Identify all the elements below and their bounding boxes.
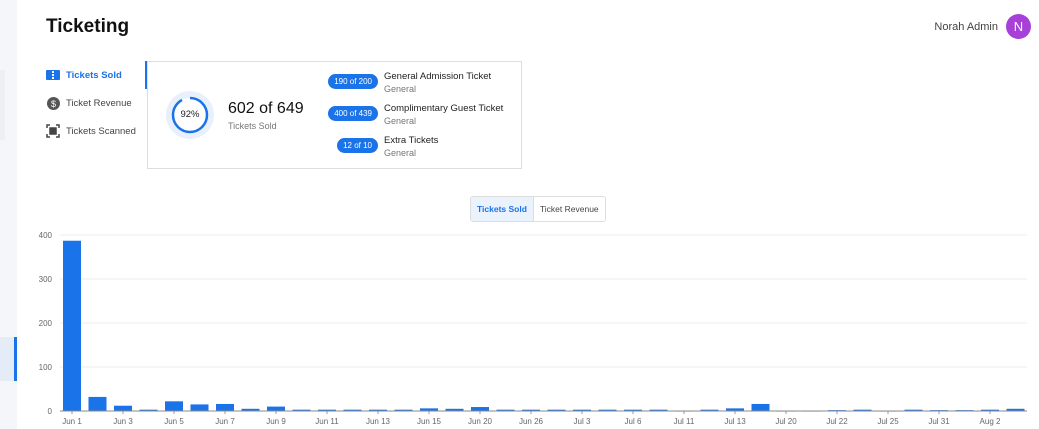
page-title: Ticketing [46,16,130,37]
x-tick-label: Jul 13 [724,417,746,426]
x-tick-label: Jul 25 [877,417,899,426]
y-tick-label: 200 [39,319,53,328]
y-tick-label: 100 [39,363,53,372]
metric-tabs: Tickets Sold $ Ticket Revenue Tickets Sc… [46,61,147,145]
tab-ticket-revenue[interactable]: $ Ticket Revenue [46,89,147,117]
x-tick-label: Jul 3 [574,417,591,426]
summary-card: 92% 602 of 649 Tickets Sold 190 of 200 Ge… [147,61,522,169]
x-tick-label: Jun 3 [113,417,133,426]
x-tick-label: Aug 2 [980,417,1001,426]
tab-tickets-scanned[interactable]: Tickets Scanned [46,117,147,145]
ticket-type-row: 12 of 10 Extra Tickets General [318,135,518,167]
count-badge: 12 of 10 [337,138,378,153]
bar [63,240,81,411]
total-sold: 602 of 649 [228,100,304,117]
ticket-name: Extra Tickets [384,135,439,146]
ticket-icon [46,68,60,82]
ticket-name: General Admission Ticket [384,71,492,82]
ticket-category: General [384,148,417,158]
chart-metric-toggle: Tickets Sold Ticket Revenue [470,196,606,222]
x-tick-label: Jun 20 [468,417,493,426]
ticket-name: Complimentary Guest Ticket [384,103,504,114]
bar [88,396,107,411]
progress-percent: 92% [180,109,200,120]
user-name: Norah Admin [934,20,998,33]
tab-tickets-sold[interactable]: Tickets Sold [46,61,147,89]
x-tick-label: Jul 31 [928,417,950,426]
x-tick-label: Jun 26 [519,417,544,426]
x-tick-label: Jun 13 [366,417,391,426]
scan-icon [46,124,60,138]
x-tick-label: Jul 20 [775,417,797,426]
x-tick-label: Jul 11 [674,417,695,426]
ticket-type-row: 190 of 200 General Admission Ticket Genera… [318,71,518,103]
tab-label: Ticket Revenue [66,97,132,109]
ticket-category: General [384,84,417,94]
bar [267,406,285,411]
ticket-category: General [384,116,417,126]
ticket-type-list: 190 of 200 General Admission Ticket Genera… [318,71,518,167]
count-badge: 190 of 200 [328,74,378,89]
x-tick-label: Jun 7 [215,417,235,426]
toggle-ticket-revenue[interactable]: Ticket Revenue [534,197,605,221]
x-tick-label: Jun 11 [315,417,339,426]
total-sold-label: Tickets Sold [228,121,277,131]
bar [190,404,209,411]
rail-block [0,70,5,140]
bar [165,401,183,411]
y-tick-label: 400 [39,231,53,240]
tickets-sold-chart: 0 100 200 300 400 Jun 1 Jun 3 Jun 5 Jun 7 Jun 9 Ju… [39,231,1027,426]
svg-text:$: $ [50,99,55,109]
x-tick-label: Jul 6 [625,417,642,426]
bar [471,407,489,411]
bar [216,403,234,411]
ticket-type-row: 400 of 439 Complimentary Guest Ticket Gene… [318,103,518,135]
x-tick-label: Jul 22 [826,417,848,426]
bar [751,403,770,411]
bar [114,405,132,411]
tab-label: Tickets Scanned [66,125,136,137]
y-tick-label: 300 [39,275,53,284]
avatar[interactable]: N [1006,14,1031,39]
progress-ring: 92% [166,91,214,139]
count-badge: 400 of 439 [328,106,378,121]
tab-label: Tickets Sold [66,69,122,81]
toggle-tickets-sold[interactable]: Tickets Sold [471,197,534,221]
dollar-icon: $ [46,96,60,110]
x-tick-label: Jun 9 [266,417,286,426]
x-tick-label: Jun 1 [62,417,82,426]
user-menu[interactable]: Norah Admin N [934,14,1031,39]
x-tick-label: Jun 15 [417,417,442,426]
y-tick-label: 0 [48,407,53,416]
x-tick-label: Jun 5 [164,417,184,426]
